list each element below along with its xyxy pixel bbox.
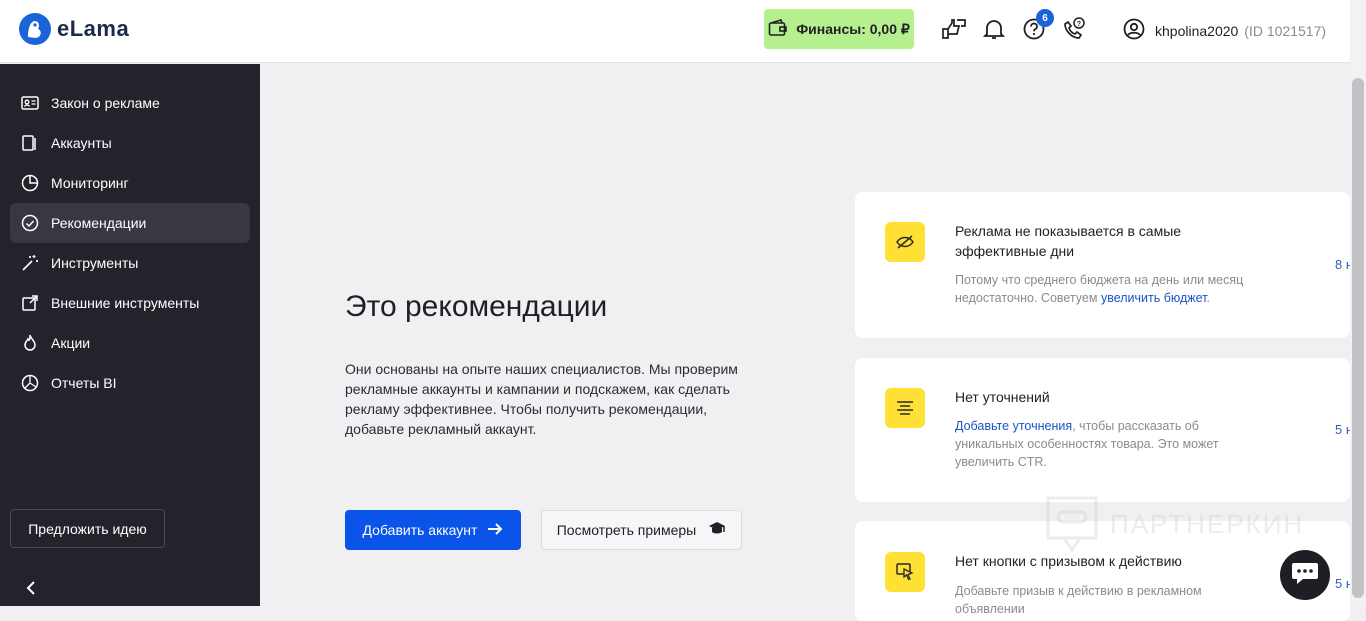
logo-text: eLama xyxy=(57,16,130,41)
user-id: (ID 1021517) xyxy=(1244,22,1327,39)
add-account-label: Добавить аккаунт xyxy=(362,522,478,538)
sidebar-item-label: Внешние инструменты xyxy=(51,295,200,311)
sidebar-item-label: Акции xyxy=(51,335,91,351)
watermark-text: ПАРТНЕРКИН xyxy=(1110,508,1305,539)
card-count: 5 н xyxy=(1335,576,1350,591)
finance-label: Финансы: 0,00 ₽ xyxy=(796,20,910,37)
increase-budget-link[interactable]: увеличить бюджет xyxy=(1101,291,1207,305)
external-link-icon xyxy=(21,294,39,312)
sidebar-item-external-tools[interactable]: Внешние инструменты xyxy=(10,283,250,323)
suggest-idea-button[interactable]: Предложить идею xyxy=(10,509,165,548)
fire-icon xyxy=(21,334,39,352)
sidebar-item-recommendations[interactable]: Рекомендации xyxy=(10,203,250,243)
sidebar-item-monitoring[interactable]: Мониторинг xyxy=(10,163,250,203)
top-header: eLama Финансы: 0,00 ₽ 6 ? khpolina2020 (… xyxy=(0,0,1350,63)
sidebar-item-accounts[interactable]: Аккаунты xyxy=(10,123,250,163)
logo[interactable]: eLama xyxy=(19,13,129,45)
card-title: Нет кнопки с призывом к действию xyxy=(955,553,1182,569)
notifications-badge: 6 xyxy=(1036,9,1054,27)
wallet-icon xyxy=(768,18,788,40)
chat-button[interactable] xyxy=(1280,550,1330,600)
user-icon xyxy=(1123,18,1145,43)
sidebar-item-promotions[interactable]: Акции xyxy=(10,323,250,363)
card-text: Потому что среднего бюджета на день или … xyxy=(955,271,1245,307)
card-count: 8 н xyxy=(1335,257,1350,272)
id-card-icon xyxy=(21,94,39,112)
chat-bubble-icon xyxy=(1291,560,1319,591)
page-description: Они основаны на опыте наших специалистов… xyxy=(345,361,738,437)
card-count: 5 н xyxy=(1335,422,1350,437)
sidebar-item-label: Закон о рекламе xyxy=(51,95,160,111)
scrollbar-thumb[interactable] xyxy=(1352,78,1364,598)
add-refinements-link[interactable]: Добавьте уточнения xyxy=(955,419,1072,433)
check-circle-icon xyxy=(21,214,39,232)
add-account-button[interactable]: Добавить аккаунт xyxy=(345,510,521,550)
card-title: Реклама не показывается в самые эффектив… xyxy=(955,223,1182,259)
magic-wand-icon xyxy=(21,254,39,272)
user-menu[interactable]: khpolina2020 (ID 1021517) xyxy=(1123,18,1326,43)
eye-off-icon xyxy=(885,222,925,262)
card-text-part: Добавьте призыв к действию в рекламном о… xyxy=(955,584,1202,616)
sidebar: Закон о рекламе Аккаунты Мониторинг Реко… xyxy=(0,64,260,606)
page-title: Это рекомендации xyxy=(345,290,608,323)
sidebar-item-label: Мониторинг xyxy=(51,175,129,191)
sidebar-item-bi-reports[interactable]: Отчеты BI xyxy=(10,363,250,403)
sidebar-item-tools[interactable]: Инструменты xyxy=(10,243,250,283)
chart-circle-icon xyxy=(21,374,39,392)
elama-logo-icon xyxy=(19,13,51,45)
text-lines-icon xyxy=(885,388,925,428)
username: khpolina2020 xyxy=(1155,22,1239,39)
arrow-right-icon xyxy=(487,522,503,538)
sidebar-item-label: Аккаунты xyxy=(51,135,112,151)
recommendation-card[interactable]: Реклама не показывается в самые эффектив… xyxy=(855,192,1350,338)
sidebar-item-label: Инструменты xyxy=(51,255,139,271)
sidebar-item-label: Отчеты BI xyxy=(51,375,117,391)
collapse-sidebar-chevron-icon[interactable] xyxy=(22,579,40,597)
card-text-part: . xyxy=(1206,291,1210,305)
watermark: ПАРТНЕРКИН xyxy=(1046,496,1304,552)
view-examples-button[interactable]: Посмотреть примеры xyxy=(541,510,742,550)
svg-text:?: ? xyxy=(1077,21,1081,28)
pie-chart-icon xyxy=(21,174,39,192)
card-text: Добавьте уточнения, чтобы рассказать об … xyxy=(955,417,1245,471)
accounts-icon xyxy=(21,134,39,152)
view-examples-label: Посмотреть примеры xyxy=(556,522,697,538)
sidebar-item-ad-law[interactable]: Закон о рекламе xyxy=(10,83,250,123)
watermark-logo-icon xyxy=(1046,496,1098,552)
finance-button[interactable]: Финансы: 0,00 ₽ xyxy=(764,9,914,49)
bell-icon[interactable] xyxy=(981,16,1007,42)
recommendation-card[interactable]: Нет уточнений Добавьте уточнения, чтобы … xyxy=(855,358,1350,502)
phone-help-icon[interactable]: ? xyxy=(1061,16,1087,42)
card-title: Нет уточнений xyxy=(955,389,1050,405)
graduation-cap-icon xyxy=(708,521,726,540)
sidebar-item-label: Рекомендации xyxy=(51,215,147,231)
card-text: Добавьте призыв к действию в рекламном о… xyxy=(955,582,1245,618)
cursor-click-icon xyxy=(885,552,925,592)
thumbs-icon[interactable] xyxy=(941,16,967,42)
